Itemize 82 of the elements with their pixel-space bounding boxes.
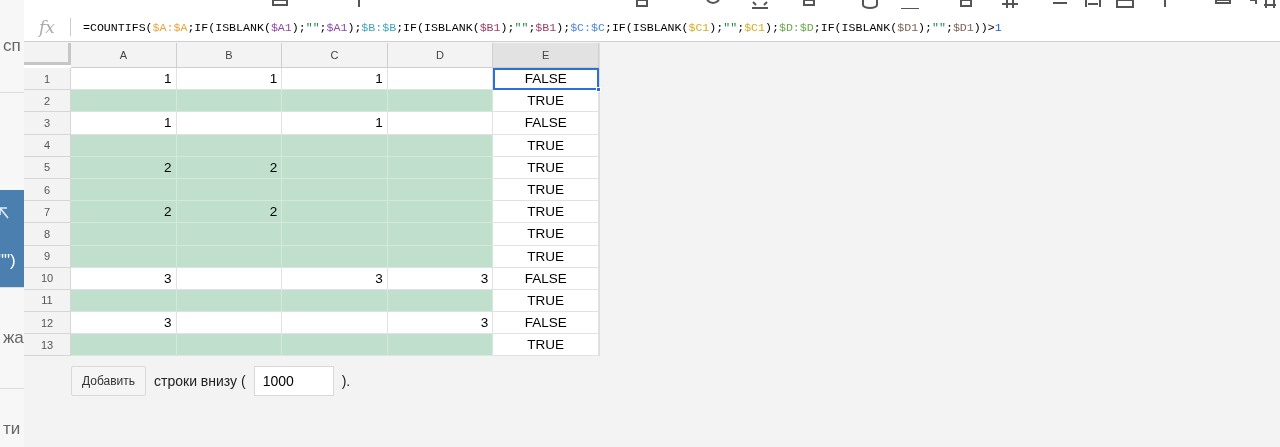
panel-text: жа xyxy=(2,328,24,348)
table-cell[interactable] xyxy=(282,334,388,357)
table-cell[interactable]: FALSE xyxy=(493,68,599,91)
table-cell[interactable] xyxy=(176,90,283,113)
row-header[interactable]: 2 xyxy=(24,90,71,113)
table-cell[interactable]: TRUE xyxy=(493,90,599,113)
row-header[interactable]: 4 xyxy=(24,134,71,157)
table-cell[interactable] xyxy=(71,134,177,157)
table-cell[interactable] xyxy=(282,245,388,268)
table-cell[interactable]: 3 xyxy=(282,267,388,290)
row-header[interactable]: 12 xyxy=(24,312,71,335)
toolbar-icon[interactable] xyxy=(752,0,768,9)
column-header[interactable]: B xyxy=(176,43,283,68)
column-header[interactable]: C xyxy=(282,43,388,68)
row-count-field[interactable]: 1000 xyxy=(253,366,334,397)
table-cell[interactable] xyxy=(282,90,388,113)
table-cell[interactable] xyxy=(176,267,283,290)
table-cell[interactable] xyxy=(387,201,494,224)
row-header[interactable]: 7 xyxy=(24,201,71,224)
table-cell[interactable] xyxy=(71,90,177,113)
row-header[interactable]: 1 xyxy=(24,68,71,91)
column-header[interactable]: D xyxy=(387,43,494,68)
row-header[interactable]: 8 xyxy=(24,223,71,246)
table-cell[interactable]: TRUE xyxy=(493,201,599,224)
table-cell[interactable] xyxy=(71,245,177,268)
table-cell[interactable]: 3 xyxy=(71,267,177,290)
table-cell[interactable] xyxy=(387,334,494,357)
row-header[interactable]: 13 xyxy=(24,334,71,357)
closing-label: ). xyxy=(341,373,351,390)
table-cell[interactable] xyxy=(387,223,494,246)
toolbar-icon[interactable] xyxy=(862,0,878,9)
table-cell[interactable] xyxy=(71,289,177,313)
table-cell[interactable] xyxy=(282,134,388,157)
panel-text: ти xyxy=(2,419,21,439)
table-cell[interactable] xyxy=(282,289,388,313)
toolbar-icon[interactable] xyxy=(1001,0,1019,9)
row-header[interactable]: 9 xyxy=(24,245,71,268)
table-cell[interactable]: 2 xyxy=(176,201,283,224)
table-cell[interactable]: TRUE xyxy=(493,223,599,246)
table-cell[interactable] xyxy=(176,112,283,135)
panel-text: сп xyxy=(2,36,21,56)
row-header[interactable]: 11 xyxy=(24,289,71,313)
table-cell[interactable]: FALSE xyxy=(493,267,599,290)
table-cell[interactable] xyxy=(387,90,494,113)
table-cell[interactable]: FALSE xyxy=(493,112,599,135)
toolbar-icon[interactable] xyxy=(1085,0,1101,9)
table-cell[interactable] xyxy=(387,112,494,135)
table-cell[interactable] xyxy=(71,178,177,202)
column-header[interactable]: E xyxy=(493,43,599,68)
toolbar-icon[interactable] xyxy=(803,0,815,9)
table-cell[interactable]: TRUE xyxy=(493,245,599,268)
column-header[interactable]: A xyxy=(71,43,177,68)
table-cell[interactable]: TRUE xyxy=(493,178,599,202)
table-cell[interactable]: TRUE xyxy=(493,289,599,313)
table-cell[interactable]: 1 xyxy=(282,112,388,135)
fill-handle[interactable] xyxy=(595,87,601,93)
fx-label: fx xyxy=(24,18,71,36)
formula-text[interactable]: =COUNTIFS($A:$A;IF(ISBLANK($A1);"";$A1);$B:$B;IF(ISBLANK($B1);"";$B1);$C:$C;IF(ISBLANK($C1);"";$C1);$D:$D;IF(ISBLANK($D1);"";$D1))>1 xyxy=(71,20,1002,34)
toolbar-icon[interactable] xyxy=(1264,0,1276,9)
table-cell[interactable]: TRUE xyxy=(493,334,599,357)
select-all-corner[interactable] xyxy=(24,43,71,66)
row-header[interactable]: 6 xyxy=(24,178,71,202)
table-cell[interactable]: TRUE xyxy=(493,156,599,179)
row-header[interactable]: 5 xyxy=(24,156,71,179)
table-cell[interactable]: TRUE xyxy=(493,134,599,157)
toolbar-icon[interactable] xyxy=(636,0,648,9)
toolbar-icon[interactable] xyxy=(1116,0,1134,9)
add-button[interactable]: Добавить xyxy=(71,366,147,397)
table-cell[interactable] xyxy=(71,223,177,246)
row-header[interactable]: 10 xyxy=(24,267,71,290)
toolbar-icon[interactable] xyxy=(272,0,288,9)
table-cell[interactable]: 1 xyxy=(71,112,177,135)
table-cell[interactable] xyxy=(176,334,283,357)
table-cell[interactable] xyxy=(71,334,177,357)
toolbar-icon[interactable] xyxy=(358,0,362,9)
table-cell[interactable]: 2 xyxy=(71,156,177,179)
table-cell[interactable]: 2 xyxy=(71,201,177,224)
row-header[interactable]: 3 xyxy=(24,112,71,135)
toolbar-icon[interactable] xyxy=(960,0,972,9)
table-cell[interactable]: FALSE xyxy=(493,312,599,335)
rows-label: строки внизу ( xyxy=(154,373,246,390)
table-cell[interactable]: 3 xyxy=(387,267,494,290)
